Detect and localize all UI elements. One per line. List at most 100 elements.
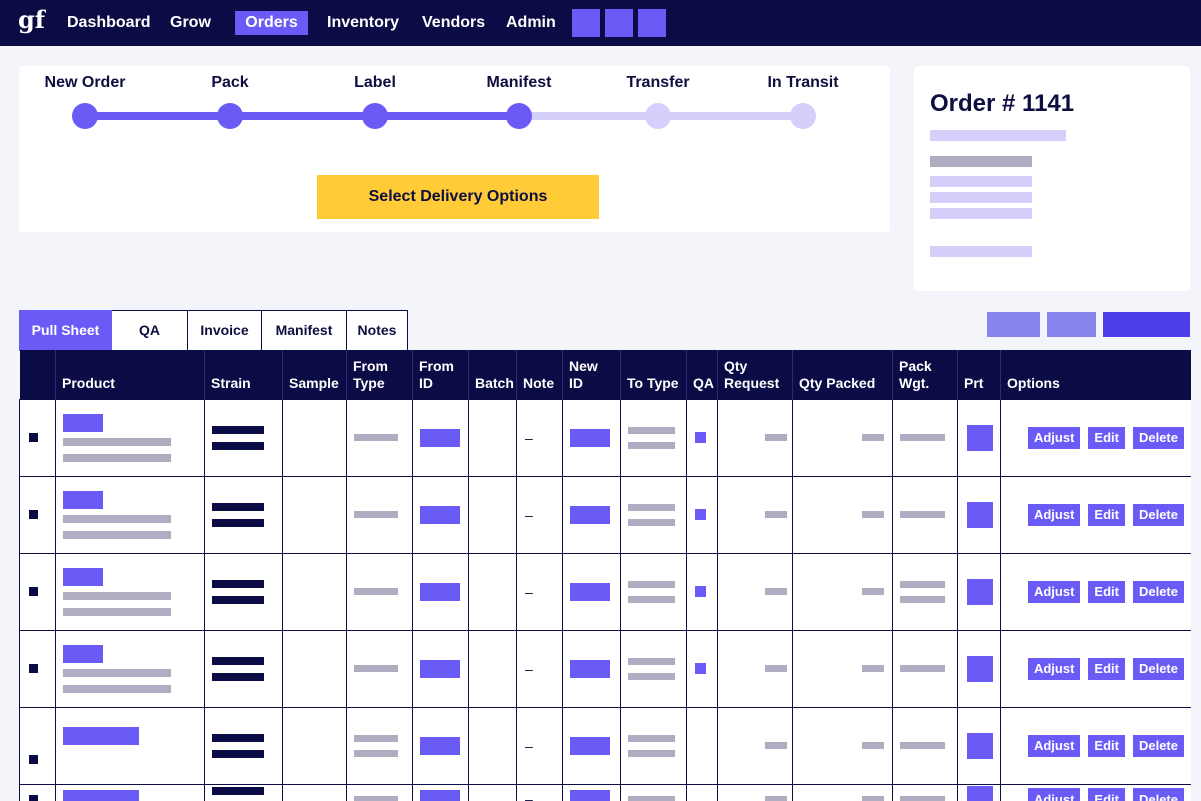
col-product[interactable]: Product [55, 350, 205, 399]
prt-cell [957, 552, 1001, 631]
product-name-placeholder[interactable] [63, 490, 103, 509]
tab-pull-sheet[interactable]: Pull Sheet [19, 310, 112, 351]
nav-vendors[interactable]: Vendors [414, 11, 493, 35]
product-name-placeholder[interactable] [63, 726, 139, 745]
row-select-checkbox[interactable] [29, 587, 38, 596]
nav-dashboard[interactable]: Dashboard [59, 11, 159, 35]
row-select-checkbox[interactable] [29, 510, 38, 519]
tab-qa[interactable]: QA [112, 310, 188, 351]
edit-button[interactable]: Edit [1088, 657, 1125, 680]
step-dot-new-order[interactable] [72, 103, 98, 129]
edit-button[interactable]: Edit [1088, 580, 1125, 603]
select-cell[interactable] [19, 398, 56, 477]
new-id-placeholder[interactable] [570, 582, 610, 601]
qa-status-marker[interactable] [695, 586, 706, 597]
select-delivery-options-button[interactable]: Select Delivery Options [317, 175, 599, 219]
col-sample[interactable]: Sample [282, 350, 347, 399]
col-options[interactable]: Options [1000, 350, 1191, 399]
print-button[interactable] [967, 501, 993, 528]
table-action-button[interactable] [1047, 312, 1096, 337]
product-name-placeholder[interactable] [63, 644, 103, 663]
print-button[interactable] [967, 732, 993, 759]
col-note[interactable]: Note [516, 350, 563, 399]
new-id-placeholder[interactable] [570, 790, 610, 801]
from-id-placeholder[interactable] [420, 428, 460, 447]
delete-button[interactable]: Delete [1132, 734, 1184, 757]
from-id-placeholder[interactable] [420, 736, 460, 755]
tab-invoice[interactable]: Invoice [188, 310, 262, 351]
qa-status-marker[interactable] [695, 432, 706, 443]
row-select-checkbox[interactable] [29, 664, 38, 673]
select-cell[interactable] [19, 475, 56, 554]
qa-status-marker[interactable] [695, 663, 706, 674]
product-name-placeholder[interactable] [63, 413, 103, 432]
col-qa[interactable]: QA [686, 350, 718, 399]
tab-notes[interactable]: Notes [347, 310, 408, 351]
delete-button[interactable]: Delete [1132, 788, 1184, 801]
adjust-button[interactable]: Adjust [1027, 657, 1081, 680]
col-to-type[interactable]: To Type [620, 350, 687, 399]
print-button[interactable] [967, 655, 993, 682]
adjust-button[interactable]: Adjust [1027, 734, 1081, 757]
col-from-id[interactable]: From ID [412, 350, 469, 399]
table-action-button[interactable] [1103, 312, 1190, 337]
step-dot-transfer[interactable] [645, 103, 671, 129]
gf-logo-icon[interactable]: gf [18, 6, 46, 38]
adjust-button[interactable]: Adjust [1027, 426, 1081, 449]
nav-placeholder-button[interactable] [572, 9, 600, 37]
select-cell[interactable] [19, 629, 56, 708]
step-dot-label[interactable] [362, 103, 388, 129]
delete-button[interactable]: Delete [1132, 657, 1184, 680]
step-dot-pack[interactable] [217, 103, 243, 129]
new-id-placeholder[interactable] [570, 505, 610, 524]
col-prt[interactable]: Prt [957, 350, 1001, 399]
tab-manifest[interactable]: Manifest [262, 310, 347, 351]
col-new-id[interactable]: New ID [562, 350, 621, 399]
table-action-button[interactable] [987, 312, 1040, 337]
from-id-placeholder[interactable] [420, 790, 460, 801]
step-dot-manifest[interactable] [506, 103, 532, 129]
print-button[interactable] [967, 786, 993, 801]
edit-button[interactable]: Edit [1088, 788, 1125, 801]
nav-placeholder-button[interactable] [638, 9, 666, 37]
row-select-checkbox[interactable] [29, 433, 38, 442]
col-batch[interactable]: Batch [468, 350, 517, 399]
new-id-placeholder[interactable] [570, 659, 610, 678]
new-id-placeholder[interactable] [570, 428, 610, 447]
print-button[interactable] [967, 578, 993, 605]
nav-orders[interactable]: Orders [235, 11, 308, 35]
from-id-placeholder[interactable] [420, 582, 460, 601]
note-placeholder: – [525, 737, 533, 754]
print-button[interactable] [967, 424, 993, 451]
adjust-button[interactable]: Adjust [1027, 503, 1081, 526]
col-from-type[interactable]: From Type [346, 350, 413, 399]
nav-admin[interactable]: Admin [498, 11, 564, 35]
delete-button[interactable]: Delete [1132, 426, 1184, 449]
delete-button[interactable]: Delete [1132, 580, 1184, 603]
delete-button[interactable]: Delete [1132, 503, 1184, 526]
new-id-placeholder[interactable] [570, 736, 610, 755]
product-name-placeholder[interactable] [63, 790, 139, 801]
qa-status-marker[interactable] [695, 509, 706, 520]
select-cell[interactable] [19, 783, 56, 801]
step-dot-in-transit[interactable] [790, 103, 816, 129]
adjust-button[interactable]: Adjust [1027, 788, 1081, 801]
row-select-checkbox[interactable] [29, 755, 38, 764]
edit-button[interactable]: Edit [1088, 426, 1125, 449]
edit-button[interactable]: Edit [1088, 734, 1125, 757]
col-strain[interactable]: Strain [204, 350, 283, 399]
select-cell[interactable] [19, 552, 56, 631]
from-id-placeholder[interactable] [420, 505, 460, 524]
edit-button[interactable]: Edit [1088, 503, 1125, 526]
product-name-placeholder[interactable] [63, 567, 103, 586]
select-cell[interactable] [19, 706, 56, 785]
from-id-placeholder[interactable] [420, 659, 460, 678]
col-qty-packed[interactable]: Qty Packed [792, 350, 893, 399]
nav-grow[interactable]: Grow [162, 11, 219, 35]
row-select-checkbox[interactable] [29, 794, 38, 801]
col-qty-request[interactable]: Qty Request [717, 350, 793, 399]
col-pack-wgt[interactable]: Pack Wgt. [892, 350, 958, 399]
adjust-button[interactable]: Adjust [1027, 580, 1081, 603]
nav-inventory[interactable]: Inventory [319, 11, 407, 35]
nav-placeholder-button[interactable] [605, 9, 633, 37]
